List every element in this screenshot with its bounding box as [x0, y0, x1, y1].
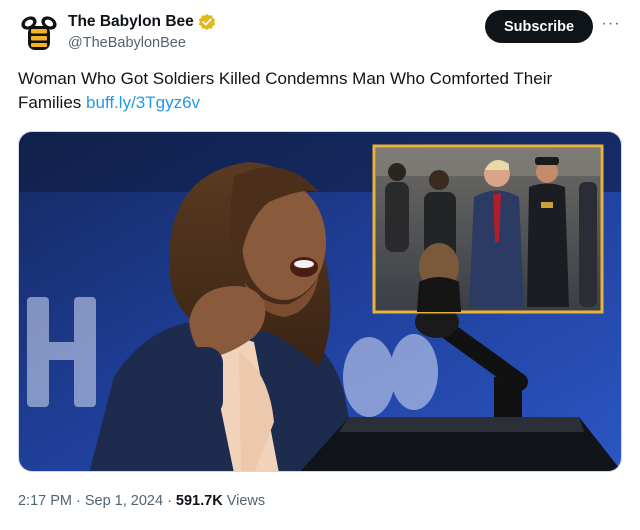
media-photo-composite: [19, 132, 621, 471]
display-name[interactable]: The Babylon Bee: [68, 13, 194, 31]
tweet-header: The Babylon Bee @TheBabylonBee Subscribe…: [18, 10, 624, 54]
inset-photo: [372, 144, 604, 314]
separator-dot: ·: [167, 493, 172, 509]
more-options-icon[interactable]: ···: [598, 14, 624, 38]
tweet-time[interactable]: 2:17 PM: [18, 493, 72, 509]
subscribe-button[interactable]: Subscribe: [485, 10, 593, 43]
display-name-row: The Babylon Bee: [68, 12, 216, 32]
tweet-date[interactable]: Sep 1, 2024: [85, 493, 163, 509]
gold-verified-badge-icon[interactable]: [198, 13, 216, 31]
tweet-text: Woman Who Got Soldiers Killed Condemns M…: [18, 67, 618, 115]
tweet-media-image[interactable]: [18, 131, 622, 472]
tweet-link[interactable]: buff.ly/3Tgyz6v: [86, 93, 200, 112]
tweet-meta: 2:17 PM · Sep 1, 2024 · 591.7K Views: [18, 493, 265, 509]
separator-dot: ·: [76, 493, 81, 509]
views-label: Views: [226, 493, 266, 509]
author-names: The Babylon Bee @TheBabylonBee: [68, 12, 216, 51]
views-count[interactable]: 591.7K: [176, 493, 223, 509]
bee-logo-icon[interactable]: [18, 12, 60, 54]
author-handle[interactable]: @TheBabylonBee: [68, 35, 216, 51]
tweet-card: The Babylon Bee @TheBabylonBee Subscribe…: [0, 0, 640, 530]
